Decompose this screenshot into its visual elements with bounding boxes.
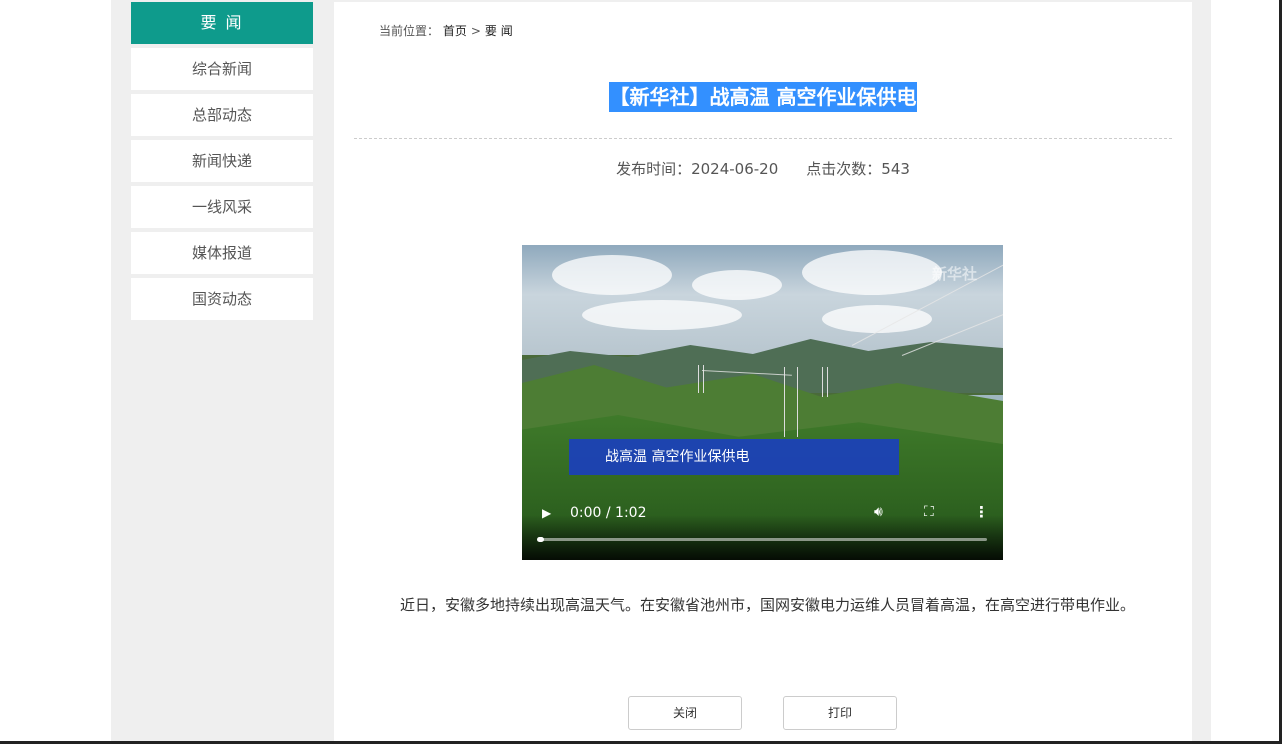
breadcrumb-prefix: 当前位置： — [379, 24, 440, 38]
fullscreen-icon[interactable]: ⛶ — [924, 504, 934, 520]
article-panel: 当前位置： 首页 > 要 闻 【新华社】战高温 高空作业保供电 发布时间：2024-… — [334, 2, 1192, 741]
breadcrumb-home-link[interactable]: 首页 — [443, 24, 467, 38]
breadcrumb: 当前位置： 首页 > 要 闻 — [379, 22, 513, 39]
sidebar-item-frontline[interactable]: 一线风采 — [131, 186, 313, 228]
cloud — [692, 270, 782, 300]
sidebar-item-media-reports[interactable]: 媒体报道 — [131, 232, 313, 274]
sidebar-item-general-news[interactable]: 综合新闻 — [131, 48, 313, 90]
video-watermark: 新华社 — [931, 265, 977, 283]
more-vert-icon[interactable]: ⋮ — [974, 503, 989, 521]
article-body: 近日，安徽多地持续出现高温天气。在安徽省池州市，国网安徽电力运维人员冒着高温，在… — [400, 596, 1136, 614]
pylon — [822, 367, 828, 397]
sidebar: 要 闻 综合新闻 总部动态 新闻快递 一线风采 媒体报道 国资动态 — [131, 2, 313, 320]
clicks-label: 点击次数： — [806, 160, 882, 178]
publish-label: 发布时间： — [616, 160, 692, 178]
cloud — [552, 255, 672, 295]
close-button[interactable]: 关闭 — [628, 696, 742, 730]
article-title-wrap: 【新华社】战高温 高空作业保供电 — [334, 74, 1192, 112]
cloud — [582, 300, 742, 330]
cloud — [822, 305, 932, 333]
article-title: 【新华社】战高温 高空作业保供电 — [608, 82, 918, 112]
video-progress-track[interactable] — [539, 538, 987, 541]
breadcrumb-separator: > — [470, 24, 481, 38]
video-time: 0:00 / 1:02 — [570, 505, 647, 521]
pylon — [784, 367, 798, 437]
video-player[interactable]: 新华社 战高温 高空作业保供电 ▶ 0:00 / 1:02 🔊︎ ⛶ ⋮ — [522, 245, 1003, 560]
breadcrumb-current[interactable]: 要 闻 — [485, 24, 513, 38]
video-progress-handle[interactable] — [537, 537, 544, 542]
cloud — [802, 250, 942, 295]
article-meta: 发布时间：2024-06-20 点击次数：543 — [334, 158, 1192, 179]
sidebar-item-state-assets[interactable]: 国资动态 — [131, 278, 313, 320]
divider — [354, 138, 1172, 139]
sidebar-item-hq-updates[interactable]: 总部动态 — [131, 94, 313, 136]
click-count: 543 — [881, 160, 910, 178]
play-icon[interactable]: ▶ — [542, 506, 551, 520]
volume-icon[interactable]: 🔊︎ — [874, 504, 883, 520]
sidebar-header[interactable]: 要 闻 — [131, 2, 313, 44]
print-button[interactable]: 打印 — [783, 696, 897, 730]
video-caption: 战高温 高空作业保供电 — [569, 439, 899, 475]
publish-date: 2024-06-20 — [691, 160, 779, 178]
sidebar-item-news-express[interactable]: 新闻快递 — [131, 140, 313, 182]
